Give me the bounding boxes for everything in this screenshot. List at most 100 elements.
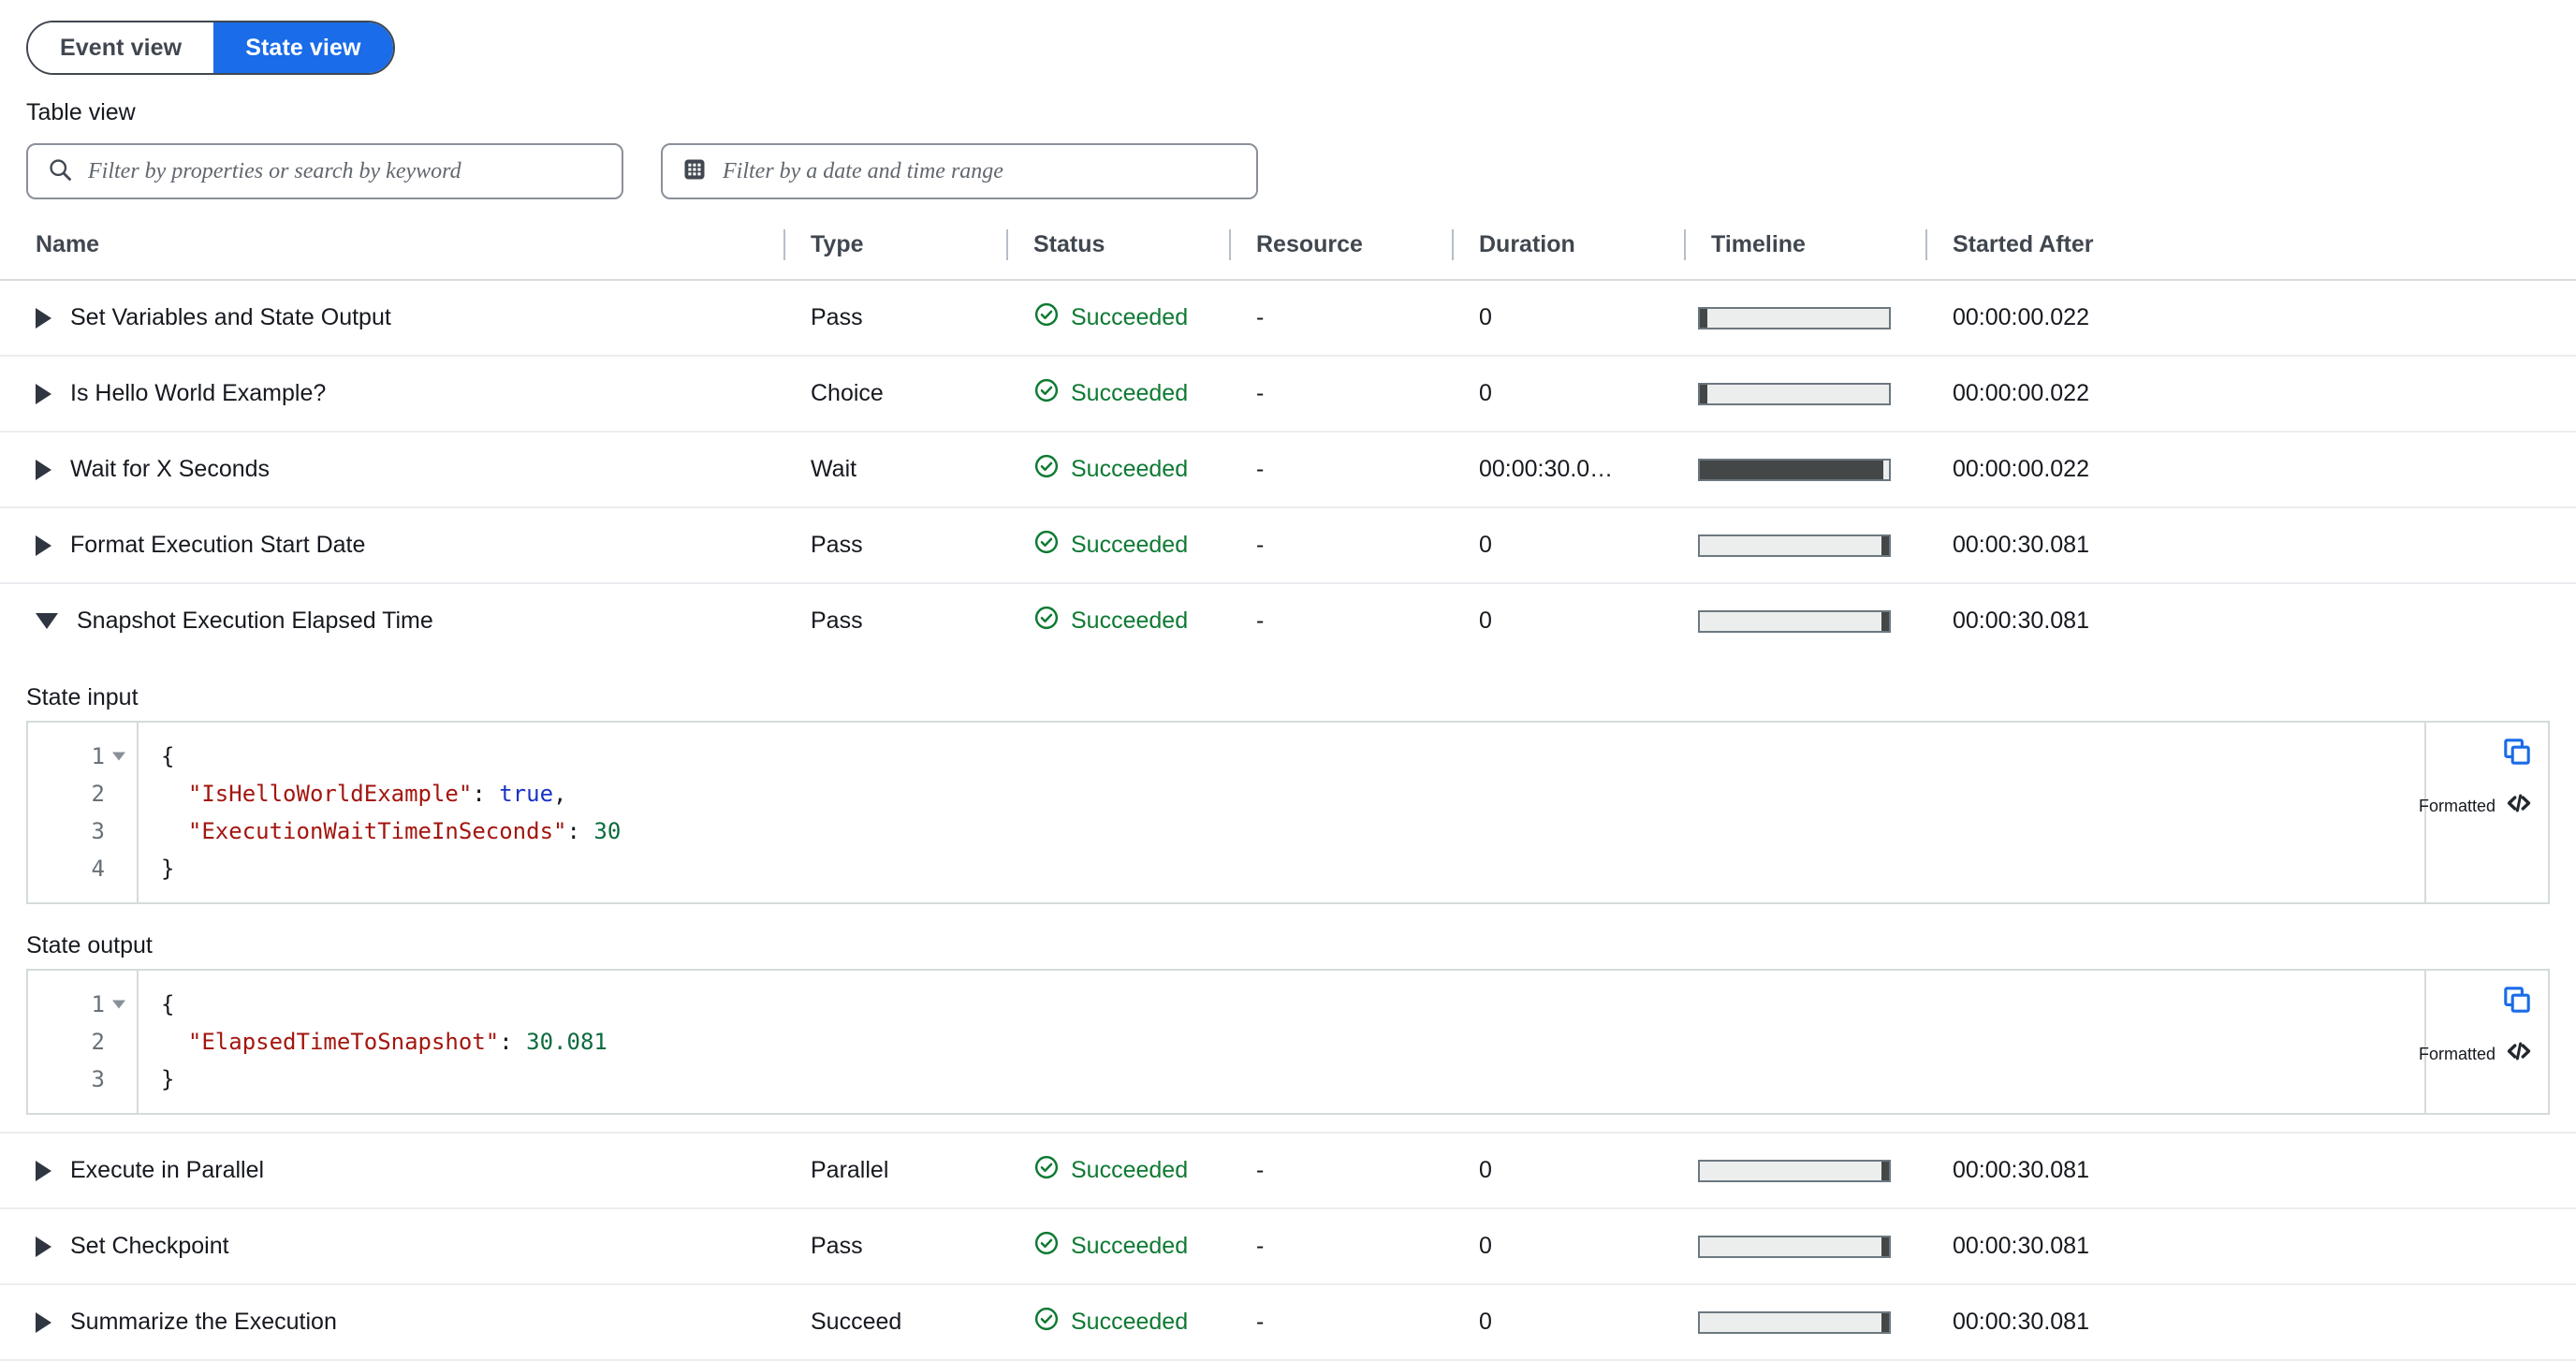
cell-type: Pass [784, 507, 1007, 584]
cell-duration: 0 [1453, 1208, 1685, 1285]
column-header-started-after[interactable]: Started After [1925, 224, 2576, 281]
table-row[interactable]: Snapshot Execution Elapsed Time Pass Succe… [0, 583, 2576, 658]
collapse-triangle-icon[interactable] [36, 613, 58, 629]
column-header-label: Status [1033, 231, 1105, 257]
cell-duration: 0 [1479, 607, 1492, 634]
cell-name: Set Checkpoint [0, 1208, 784, 1285]
fold-caret-icon[interactable] [112, 1000, 125, 1009]
table-row[interactable]: Set Checkpoint Pass Succeeded -0 00:00:30.08… [0, 1208, 2576, 1285]
table-row[interactable]: Wait for X Seconds Wait Succeeded -00:00:30… [0, 432, 2576, 508]
line-number: 1 [28, 986, 137, 1023]
code-view-icon[interactable] [2505, 1037, 2533, 1072]
state-name-label: Summarize the Execution [70, 1309, 337, 1335]
cell-status: Succeeded [1007, 356, 1230, 432]
cell-name: Snapshot Execution Elapsed Time [0, 583, 784, 658]
column-header-resource[interactable]: Resource [1229, 224, 1453, 281]
code-line: "IsHelloWorldExample": true, [161, 775, 2548, 812]
table-row[interactable]: Summarize the Execution Succeed Succeeded -… [0, 1284, 2576, 1361]
code-token: "ExecutionWaitTimeInSeconds" [161, 818, 567, 844]
formatted-toggle[interactable]: Formatted [2419, 789, 2533, 824]
timeline-bar [1881, 611, 1889, 631]
table-row[interactable]: Format Execution Start Date Pass Succeeded… [0, 507, 2576, 584]
status-badge: Succeeded [1071, 380, 1189, 406]
states-table-body: Set Variables and State Output Pass Succee… [0, 280, 2576, 1361]
view-toggle[interactable]: Event view State view [26, 21, 395, 75]
cell-timeline [1685, 1133, 1926, 1209]
code-content[interactable]: { "IsHelloWorldExample": true, "Executio… [139, 723, 2548, 902]
expand-triangle-icon[interactable] [36, 1311, 51, 1333]
formatted-toggle[interactable]: Formatted [2419, 1037, 2533, 1072]
table-row[interactable]: Set Variables and State Output Pass Succee… [0, 280, 2576, 357]
column-header-timeline[interactable]: Timeline [1684, 224, 1926, 281]
states-table-head: Name Type Status Resource Duration Timeline St… [0, 224, 2576, 281]
column-divider [783, 229, 785, 260]
cell-resource: - [1230, 1208, 1453, 1285]
success-check-icon [1033, 1230, 1060, 1263]
search-input[interactable]: Filter by properties or search by keywor… [26, 143, 623, 199]
search-icon [47, 156, 73, 187]
column-header-label: Duration [1479, 231, 1575, 257]
cell-status: Succeeded [1007, 1133, 1230, 1209]
expand-triangle-icon[interactable] [36, 307, 51, 329]
cell-name: Summarize the Execution [0, 1284, 784, 1361]
column-header-name[interactable]: Name [0, 224, 784, 281]
column-header-duration[interactable]: Duration [1452, 224, 1685, 281]
timeline-bar [1700, 460, 1883, 479]
cell-type: Parallel [784, 1133, 1007, 1209]
expand-triangle-icon[interactable] [36, 1236, 51, 1257]
cell-timeline [1685, 583, 1926, 658]
table-row[interactable]: Is Hello World Example? Choice Succeeded -0… [0, 356, 2576, 432]
copy-icon[interactable] [2501, 984, 2533, 1022]
cell-started-after: 00:00:00.022 [1926, 432, 2576, 508]
copy-icon[interactable] [2501, 736, 2533, 774]
column-divider [1006, 229, 1008, 260]
code-token: : [566, 818, 594, 844]
cell-status: Succeeded [1007, 583, 1230, 658]
column-header-type[interactable]: Type [783, 224, 1007, 281]
cell-name: Is Hello World Example? [0, 356, 784, 432]
code-content[interactable]: { "ElapsedTimeToSnapshot": 30.081} [139, 971, 2548, 1113]
cell-started-after: 00:00:30.081 [1926, 507, 2576, 584]
code-view-icon[interactable] [2505, 789, 2533, 824]
expanded-detail-row: State input 1 2 3 4 { "IsHelloWorldExample": … [0, 658, 2576, 1134]
column-header-label: Name [36, 231, 100, 257]
date-range-input[interactable]: Filter by a date and time range [661, 143, 1258, 199]
code-token: , [553, 781, 567, 807]
timeline-track [1698, 458, 1891, 481]
code-tools: Formatted [2419, 971, 2548, 1113]
timeline-track [1698, 534, 1891, 557]
column-header-status[interactable]: Status [1006, 224, 1230, 281]
expand-triangle-icon[interactable] [36, 534, 51, 556]
code-token: 30.081 [526, 1029, 607, 1055]
cell-status: Succeeded [1007, 1284, 1230, 1361]
timeline-bar [1700, 384, 1708, 403]
view-toggle-option-event-view[interactable]: Event view [28, 22, 214, 73]
cell-type: Pass [811, 607, 863, 634]
code-token: "ElapsedTimeToSnapshot" [161, 1029, 500, 1055]
fold-caret-icon[interactable] [112, 752, 125, 761]
state-name-label: Snapshot Execution Elapsed Time [77, 607, 433, 634]
success-check-icon [1033, 453, 1060, 486]
formatted-label: Formatted [2418, 797, 2496, 815]
status-badge: Succeeded [1071, 1233, 1189, 1259]
cell-resource: - [1230, 280, 1453, 357]
expand-triangle-icon[interactable] [36, 1160, 51, 1181]
line-number: 3 [91, 818, 105, 844]
status-badge: Succeeded [1071, 607, 1189, 634]
cell-resource: - [1230, 1133, 1453, 1209]
code-line: } [161, 1061, 2548, 1098]
view-toggle-option-state-view[interactable]: State view [213, 22, 393, 73]
code-token: 30 [593, 818, 622, 844]
cell-duration: 00:00:30.0… [1453, 432, 1685, 508]
expand-triangle-icon[interactable] [36, 459, 51, 480]
formatted-label: Formatted [2418, 1045, 2496, 1063]
state-name-label: Set Variables and State Output [70, 304, 391, 330]
column-divider [1452, 229, 1454, 260]
success-check-icon [1033, 1306, 1060, 1339]
column-header-label: Timeline [1711, 231, 1806, 257]
cell-type: Choice [784, 356, 1007, 432]
table-row[interactable]: Execute in Parallel Parallel Succeeded -0 00… [0, 1133, 2576, 1209]
state-view-page: Event view State view Table view Filter b… [0, 0, 2576, 1361]
expand-triangle-icon[interactable] [36, 383, 51, 404]
status-badge: Succeeded [1071, 532, 1189, 558]
